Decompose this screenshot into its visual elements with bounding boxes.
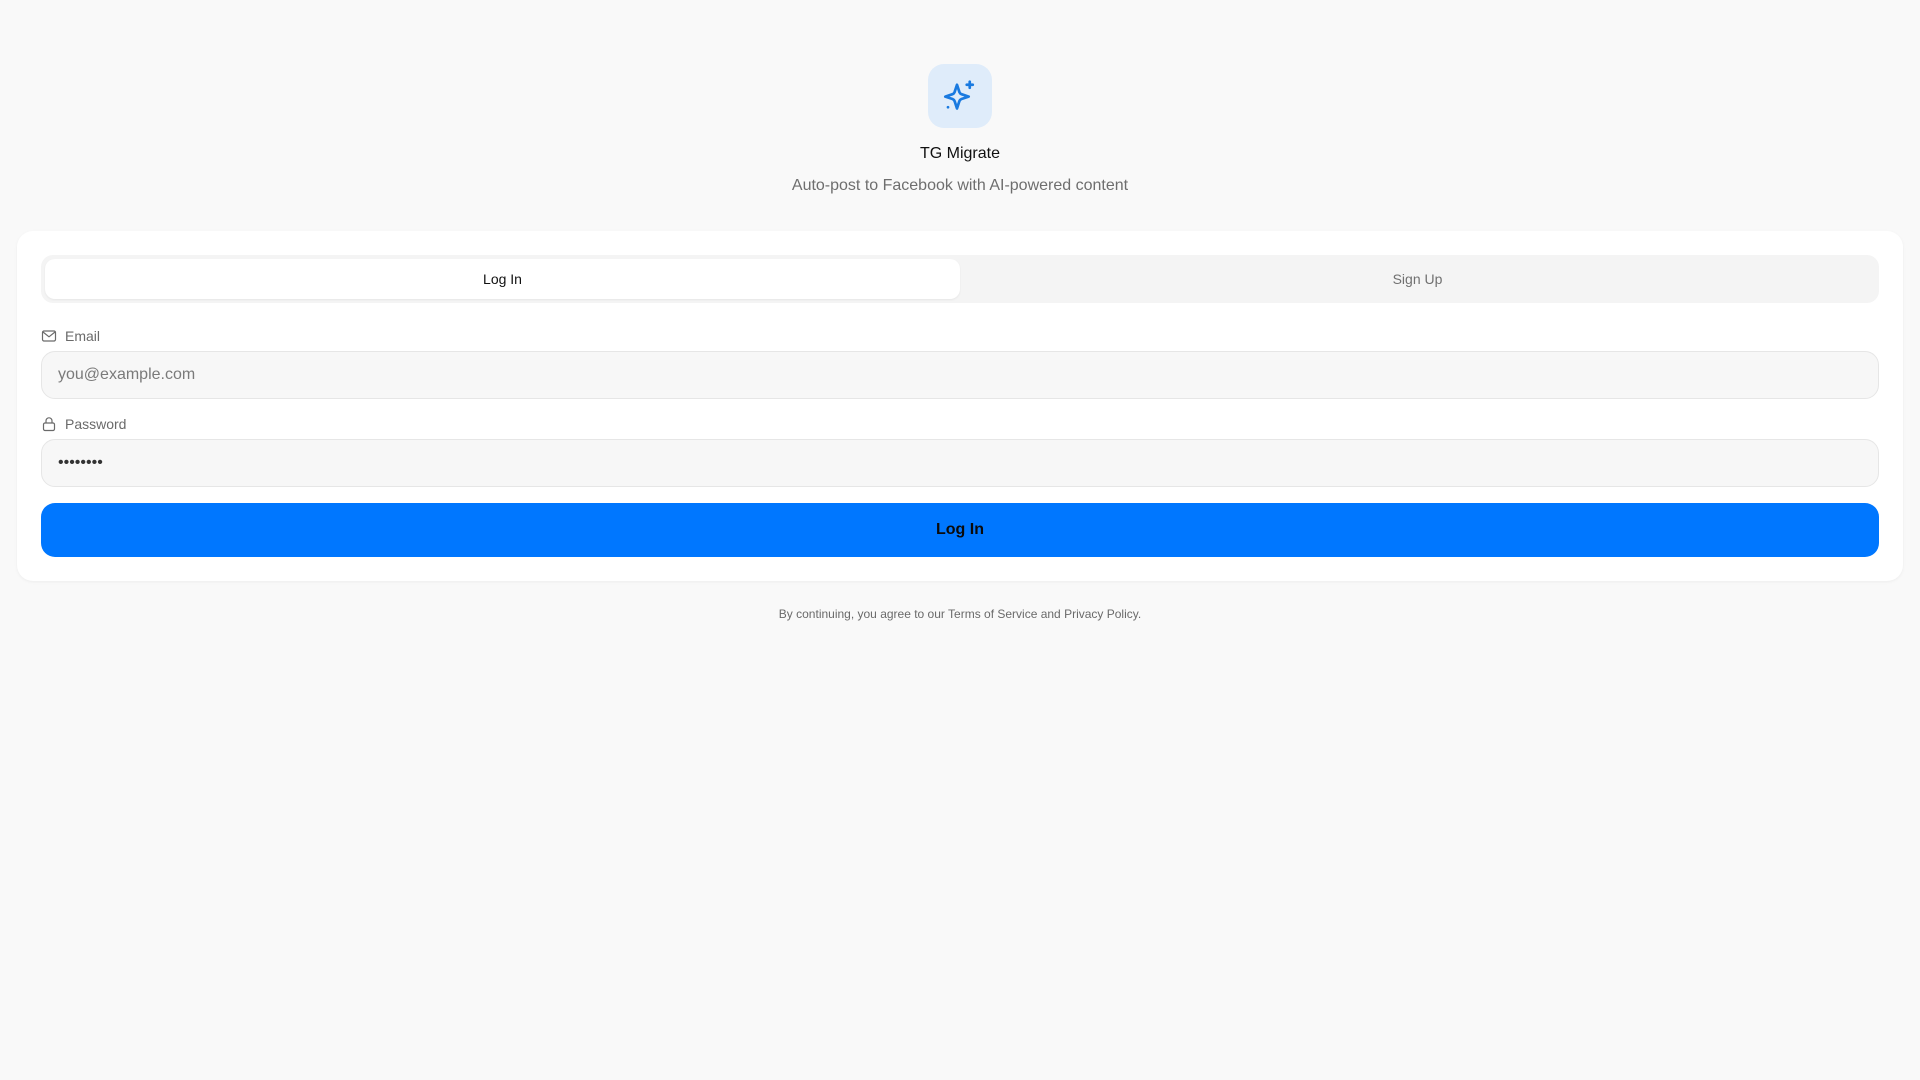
app-title: TG Migrate [919, 145, 1000, 162]
email-label-text: Email [65, 328, 101, 344]
password-field[interactable] [41, 439, 1879, 487]
sparkles-icon [943, 80, 975, 110]
auth-card: Log In Sign Up Email Password Log In [17, 231, 1903, 581]
lock-icon [42, 417, 56, 432]
password-label: Password [41, 416, 126, 432]
password-label-text: Password [65, 416, 127, 432]
tab-log-in[interactable]: Log In [45, 259, 960, 299]
email-field[interactable] [41, 351, 1879, 399]
auth-tabs: Log In Sign Up [41, 255, 1879, 303]
app-logo [928, 64, 992, 128]
tab-sign-up[interactable]: Sign Up [960, 259, 1875, 299]
email-label: Email [41, 328, 100, 344]
login-page: TG Migrate Auto-post to Facebook with AI… [0, 0, 1920, 1080]
log-in-button[interactable]: Log In [41, 503, 1879, 557]
mail-icon [41, 330, 57, 342]
app-subtitle: Auto-post to Facebook with AI-powered co… [791, 177, 1129, 194]
legal-notice: By continuing, you agree to our Terms of… [778, 607, 1142, 621]
